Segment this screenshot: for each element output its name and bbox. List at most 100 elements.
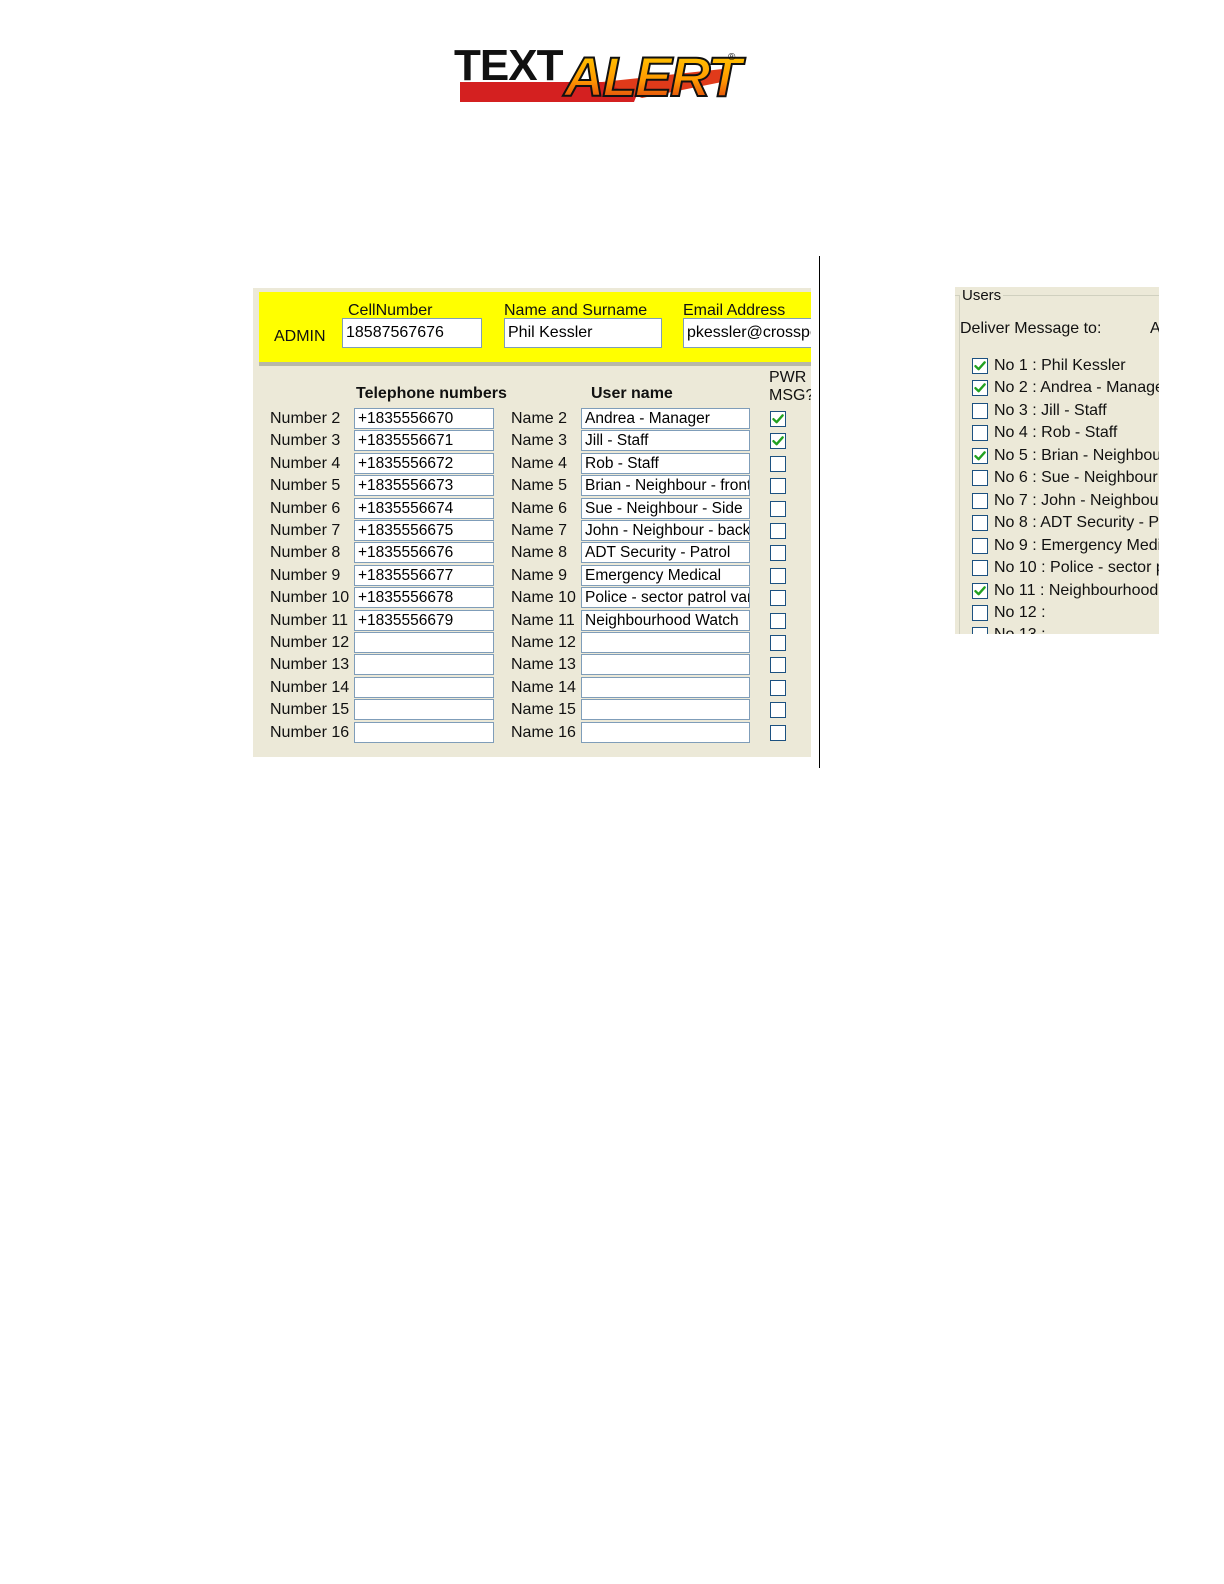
pwr-msg-checkbox[interactable] [770,433,786,450]
pwr-msg-checkbox[interactable] [770,411,786,427]
user-name-input[interactable]: Police - sector patrol var [581,587,750,609]
admin-name-input[interactable]: Phil Kessler [504,318,662,348]
name-label: Name 3 [511,432,568,450]
user-item-label: No 6 : Sue - Neighbour - [994,469,1159,487]
user-checkbox[interactable] [972,447,988,464]
pwr-msg-checkbox[interactable] [770,455,786,472]
name-label: Name 7 [511,522,568,539]
user-name-input[interactable]: John - Neighbour - back [581,520,750,541]
user-item-label: No 10 : Police - sector pa [994,559,1159,577]
pwr-msg-checkbox[interactable] [770,478,786,495]
user-checkbox[interactable] [972,604,988,621]
phone-input[interactable]: +1835556673 [354,475,494,497]
user-checkbox[interactable] [972,380,988,397]
user-name-input[interactable]: Rob - Staff [581,452,750,474]
user-checkbox[interactable] [972,515,988,532]
user-checkbox[interactable] [972,425,988,442]
pwr-msg-checkbox[interactable] [770,724,786,741]
user-item-label: No 12 : [994,603,1046,621]
number-label: Number 3 [270,432,341,450]
phone-input[interactable]: +1835556675 [354,520,494,541]
admin-email-input[interactable]: pkessler@crosspo [683,318,811,348]
name-label: Name 6 [511,499,568,517]
user-item-label: No 2 : Andrea - Manager [994,379,1159,397]
name-label: Name 10 [511,589,576,607]
user-item-label: No 9 : Emergency Medic [994,536,1159,554]
phone-input[interactable]: +1835556671 [354,430,494,452]
name-label: Name 14 [511,678,576,696]
name-label: Name 11 [511,611,575,629]
number-label: Number 14 [270,678,350,696]
pwr-msg-checkbox[interactable] [770,567,786,584]
pwr-msg-checkbox[interactable] [770,523,786,539]
phone-input[interactable]: +1835556670 [354,408,494,429]
group-border-left [959,295,960,634]
number-label: Number 11 [270,611,348,629]
users-group-title: Users [960,287,1004,304]
phone-input[interactable] [354,721,494,743]
pwr-msg-checkbox[interactable] [770,702,786,719]
user-checkbox[interactable] [972,560,988,577]
user-item-label: No 8 : ADT Security - Pa [994,514,1159,532]
number-label: Number 16 [270,723,350,741]
name-label: Name 2 [511,410,568,427]
admin-label: ADMIN [274,328,326,345]
user-checkbox[interactable] [972,627,988,634]
pwr-msg-checkbox[interactable] [770,679,786,696]
phone-input[interactable]: +1835556678 [354,587,494,609]
name-label: Name 15 [511,701,576,719]
phone-input[interactable] [354,654,494,676]
deliver-option-label: A [1150,320,1159,337]
user-name-input[interactable] [581,676,750,698]
number-label: Number 7 [270,522,341,539]
user-name-input[interactable] [581,699,750,721]
name-label: Name 12 [511,634,576,651]
number-label: Number 15 [270,701,350,719]
name-label: Name 4 [511,454,568,472]
pwr-msg-checkbox[interactable] [770,612,786,629]
user-name-input[interactable]: Brian - Neighbour - front [581,475,750,497]
user-checkbox[interactable] [972,470,988,487]
phone-input[interactable]: +1835556672 [354,452,494,474]
number-label: Number 5 [270,477,341,495]
user-name-input[interactable]: Sue - Neighbour - Side [581,497,750,519]
pwr-msg-checkbox[interactable] [770,500,786,517]
phone-input[interactable]: +1835556676 [354,542,494,564]
phone-input[interactable]: +1835556679 [354,609,494,631]
user-checkbox[interactable] [972,402,988,419]
user-name-input[interactable] [581,654,750,676]
phone-input[interactable]: +1835556674 [354,497,494,519]
user-item-label: No 13 : [994,625,1046,634]
user-name-input[interactable]: Emergency Medical [581,564,750,586]
phone-input[interactable] [354,699,494,721]
user-item-label: No 7 : John - Neighbour - [994,491,1159,509]
user-checkbox[interactable] [972,492,988,509]
pwr-header: PWR [769,369,807,386]
user-checkbox[interactable] [972,582,988,599]
phone-input[interactable] [354,632,494,653]
user-name-input[interactable]: ADT Security - Patrol [581,542,750,564]
number-label: Number 4 [270,454,341,472]
phone-input[interactable]: +1835556677 [354,564,494,586]
msg-header: MSG? [769,387,811,404]
user-name-input[interactable] [581,721,750,743]
pwr-msg-checkbox[interactable] [770,657,786,674]
number-label: Number 12 [270,634,350,651]
number-label: Number 13 [270,656,350,674]
svg-text:ALERT: ALERT [562,45,746,106]
user-settings-form: CellNumber Name and Surname Email Addres… [253,288,811,757]
user-name-input[interactable] [581,632,750,653]
pwr-msg-checkbox[interactable] [770,635,786,651]
user-name-input[interactable]: Jill - Staff [581,430,750,452]
name-label: Name 13 [511,656,576,674]
pwr-msg-checkbox[interactable] [770,590,786,607]
user-checkbox[interactable] [972,537,988,554]
admin-cell-input[interactable]: 18587567676 [342,318,482,348]
pwr-msg-checkbox[interactable] [770,545,786,562]
user-name-input[interactable]: Andrea - Manager [581,408,750,429]
user-name-input[interactable]: Neighbourhood Watch [581,609,750,631]
vertical-divider [819,256,820,768]
user-checkbox[interactable] [972,358,988,374]
phone-input[interactable] [354,676,494,698]
user-item-label: No 1 : Phil Kessler [994,357,1126,374]
